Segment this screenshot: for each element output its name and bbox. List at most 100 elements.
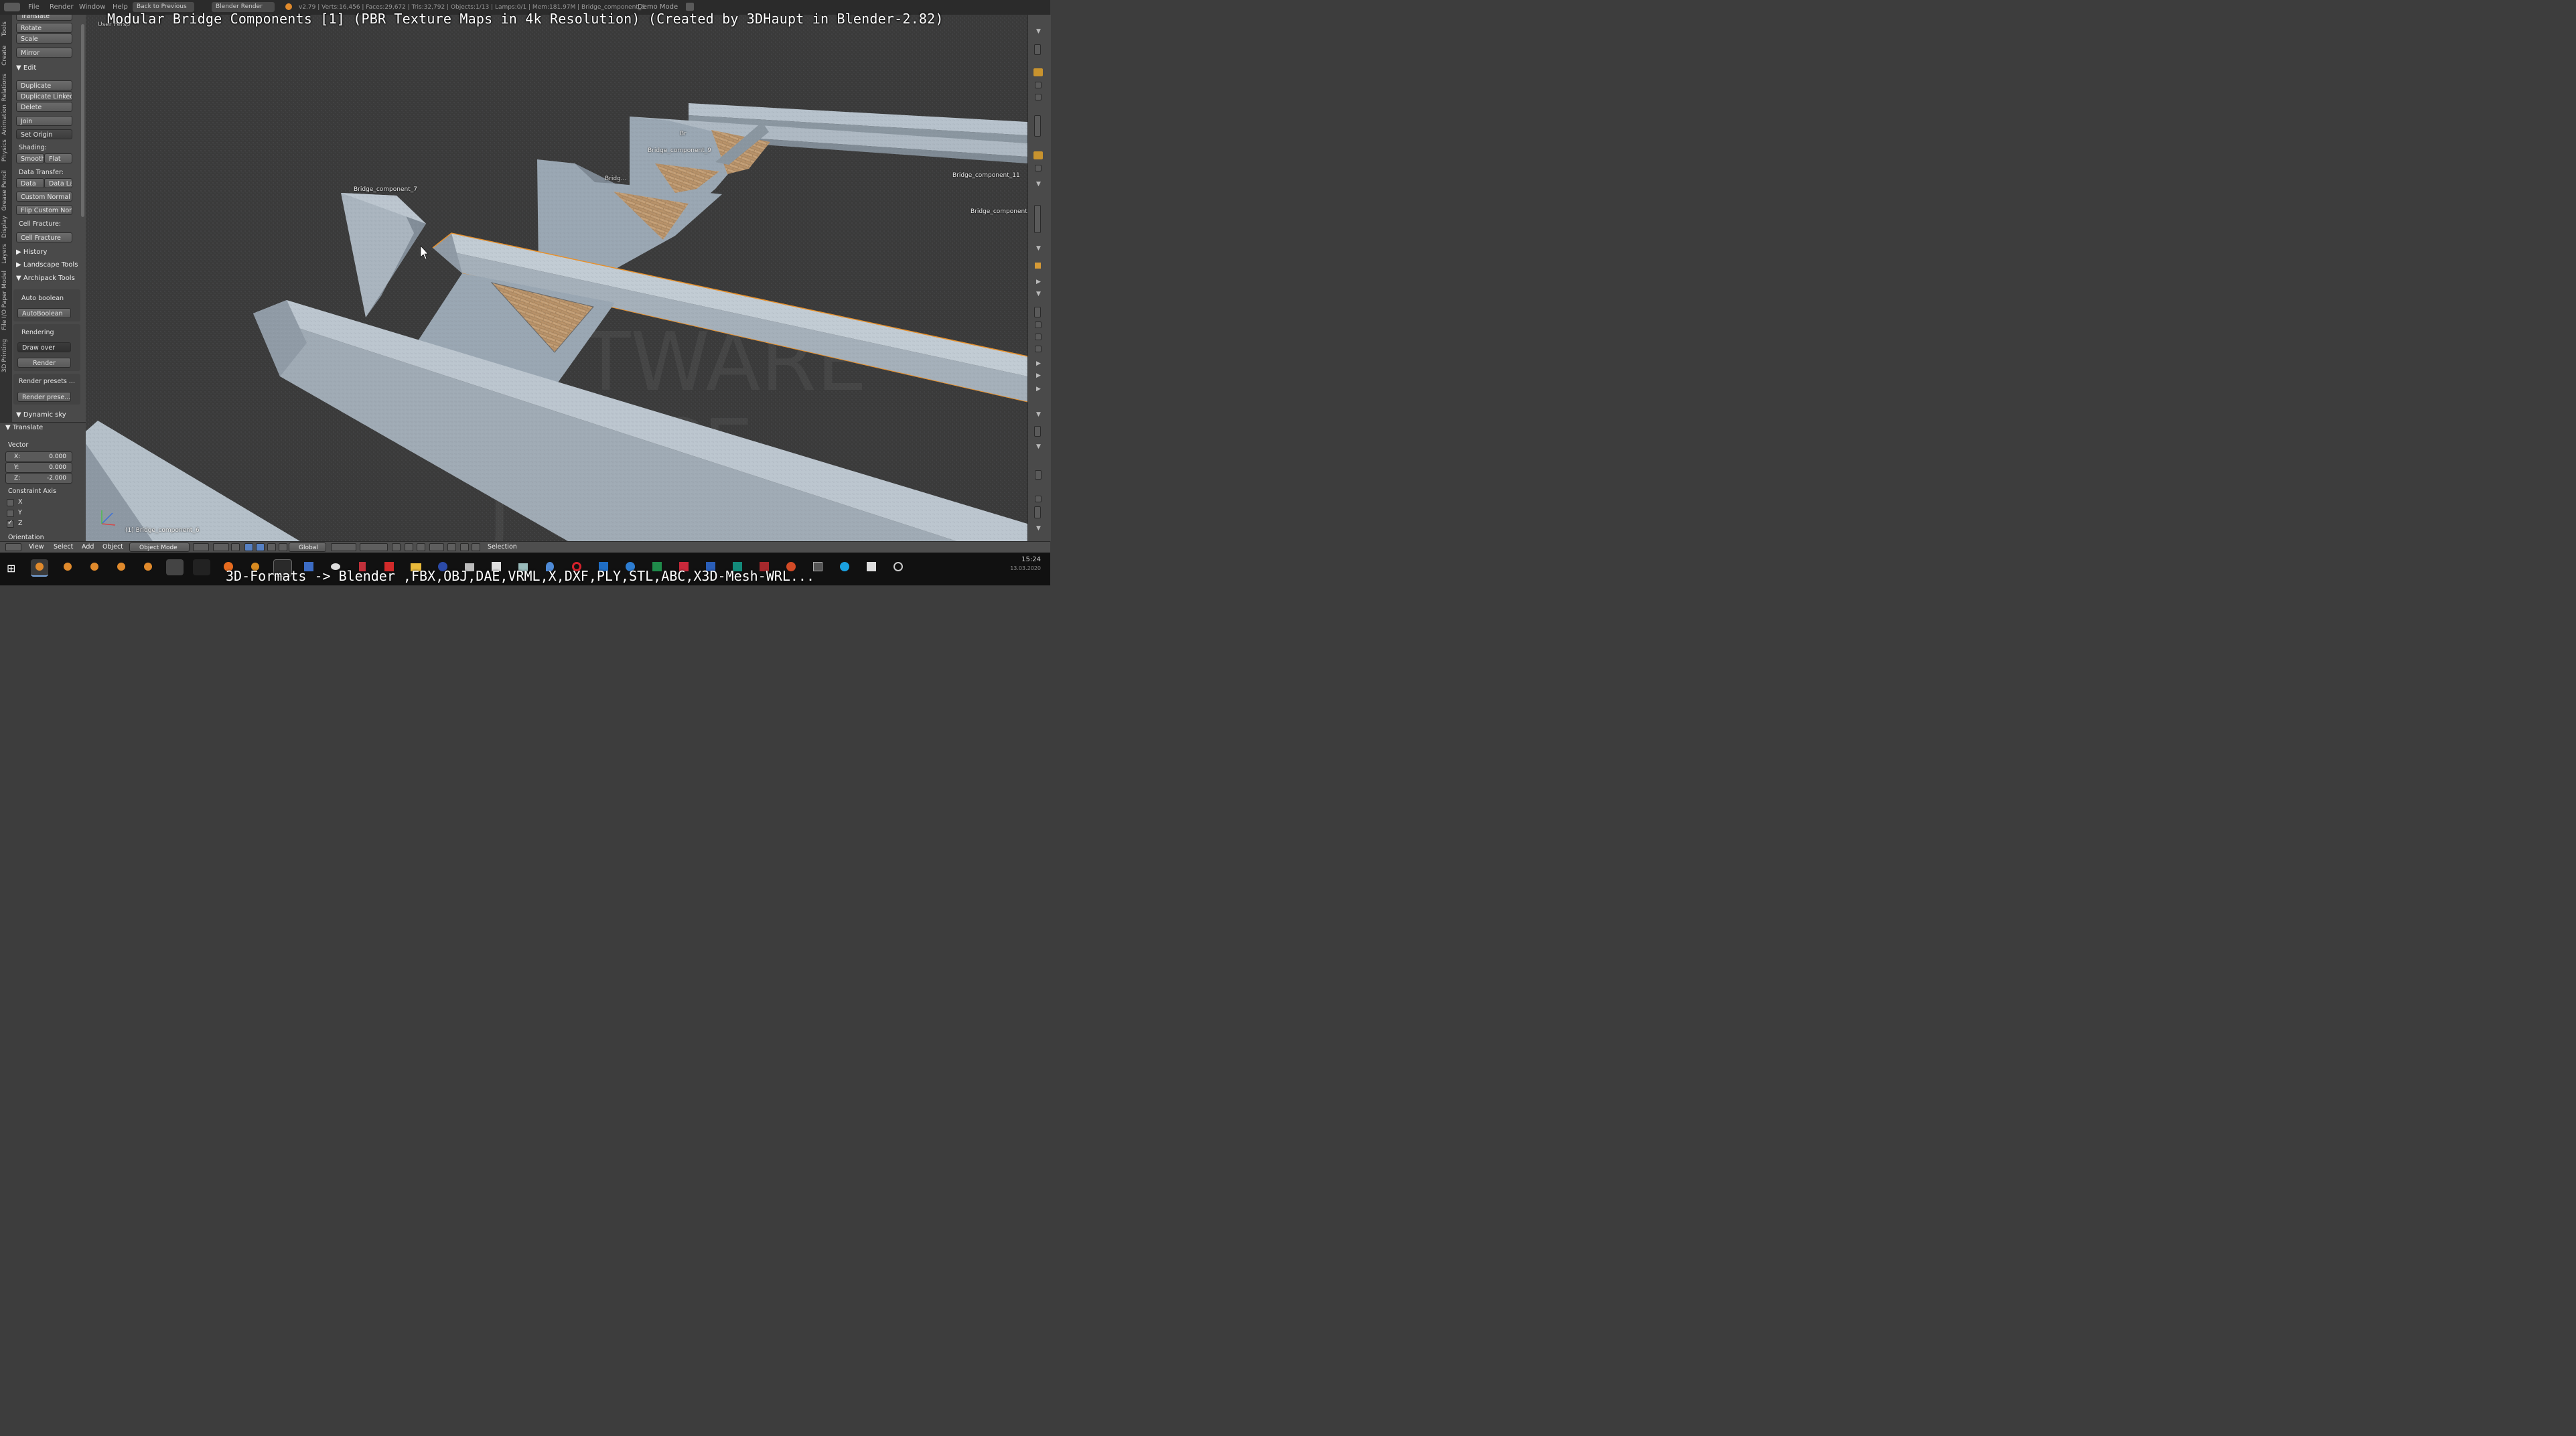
strip-toggle-5[interactable] [1035, 334, 1042, 340]
strip-toggle-6[interactable] [1035, 346, 1042, 352]
cube-icon[interactable] [1035, 263, 1041, 269]
delete-button[interactable]: Delete [16, 102, 72, 112]
hammer-icon-2[interactable] [1033, 151, 1043, 159]
draw-over-dropdown[interactable]: Draw over [17, 342, 71, 352]
taskbar-skype-icon[interactable] [836, 559, 853, 575]
rotate-manipulator[interactable] [256, 543, 265, 551]
strip-slider-5[interactable] [1034, 506, 1041, 518]
strip-field-1[interactable] [1034, 44, 1041, 55]
taskbar-blender-icon-3[interactable] [86, 559, 103, 575]
strip-toggle-8[interactable] [1035, 496, 1042, 502]
tab-create[interactable]: Create [1, 46, 8, 66]
taskbar-app-icon-13[interactable] [889, 559, 907, 575]
flat-button[interactable]: Flat [44, 153, 72, 163]
taskbar-app-icon-1[interactable] [166, 559, 184, 575]
tab-physics[interactable]: Physics [1, 139, 8, 161]
translate-manipulator[interactable] [244, 543, 253, 551]
autoboolean-button[interactable]: AutoBoolean [17, 308, 71, 318]
tab-file-io[interactable]: File I/O [1, 309, 8, 330]
vector-x-field[interactable]: X: 0.000 [5, 451, 72, 462]
render-preview-button[interactable] [447, 543, 456, 551]
render-presets-button[interactable]: Render prese... [17, 392, 71, 402]
play-icon[interactable] [686, 3, 694, 11]
constraint-z-checkbox[interactable] [7, 519, 14, 528]
tab-display[interactable]: Display [1, 216, 8, 238]
opengl-render-button[interactable] [460, 543, 469, 551]
data-layout-button[interactable]: Data La [44, 178, 72, 188]
menu-object[interactable]: Object [102, 543, 123, 551]
dynamic-sky-panel-header[interactable]: ▼ Dynamic sky [16, 411, 66, 419]
strip-slider-2[interactable] [1034, 205, 1041, 233]
scale-manipulator[interactable] [267, 543, 276, 551]
proportional-edit-toggle[interactable] [405, 543, 413, 551]
hammer-icon[interactable] [1033, 68, 1043, 76]
strip-slider-3[interactable] [1034, 307, 1041, 317]
rotate-button[interactable]: Rotate [16, 23, 72, 33]
3d-viewport[interactable]: TWARE RCE J O B [86, 15, 1027, 541]
windows-start-icon[interactable]: ⊞ [7, 562, 15, 575]
duplicate-button[interactable]: Duplicate [16, 80, 72, 90]
expand-arrow-icon-4[interactable]: ▶ [1036, 386, 1041, 392]
duplicate-linked-button[interactable]: Duplicate Linked [16, 91, 72, 101]
strip-toggle-1[interactable] [1035, 82, 1042, 88]
shading-select[interactable] [193, 543, 209, 551]
constraint-y-checkbox[interactable] [7, 510, 14, 517]
taskbar-app-icon-12[interactable] [863, 559, 880, 575]
system-clock[interactable]: 15:24 13.03.2020 [1010, 556, 1041, 571]
collapse-arrow-icon-5[interactable]: ▼ [1036, 411, 1041, 418]
tab-layers[interactable]: Layers [1, 244, 8, 264]
strip-toggle-4[interactable] [1035, 321, 1042, 328]
collapse-arrow-icon-6[interactable]: ▼ [1036, 443, 1041, 450]
expand-arrow-icon-2[interactable]: ▶ [1036, 360, 1041, 367]
strip-slider-1[interactable] [1034, 115, 1041, 137]
menu-help[interactable]: Help [113, 3, 128, 11]
history-panel-header[interactable]: ▶ History [16, 248, 47, 256]
lock-layers-toggle[interactable] [392, 543, 401, 551]
snap-toggle[interactable] [417, 543, 425, 551]
set-origin-dropdown[interactable]: Set Origin [16, 129, 72, 139]
mirror-button[interactable]: Mirror [16, 48, 72, 58]
opengl-anim-button[interactable] [472, 543, 480, 551]
tab-grease-pencil[interactable]: Grease Pencil [1, 170, 8, 211]
pivot-select[interactable] [213, 543, 229, 551]
editor-type-button[interactable] [5, 543, 21, 551]
cell-fracture-button[interactable]: Cell Fracture [16, 232, 72, 242]
smooth-button[interactable]: Smooth [16, 153, 44, 163]
scale-manipulator-2[interactable] [279, 543, 287, 551]
taskbar-blender-icon-2[interactable] [59, 559, 76, 575]
menu-add[interactable]: Add [82, 543, 94, 551]
strip-toggle-3[interactable] [1035, 165, 1042, 171]
vector-y-field[interactable]: Y: 0.000 [5, 462, 72, 473]
taskbar-blender-icon-active[interactable] [31, 559, 48, 577]
tab-paper-model[interactable]: Paper Model [1, 271, 8, 307]
render-button[interactable]: Render [17, 358, 71, 368]
tool-shelf-scrollbar[interactable] [81, 24, 84, 217]
menu-window[interactable]: Window [79, 3, 105, 11]
strip-toggle-2[interactable] [1035, 94, 1042, 100]
flip-custom-normals-button[interactable]: Flip Custom Nor... [16, 205, 72, 215]
operator-title[interactable]: ▼ Translate [5, 424, 43, 431]
taskbar-blender-icon-4[interactable] [113, 559, 130, 575]
tab-relations[interactable]: Relations [1, 74, 8, 101]
edit-panel-header[interactable]: ▼ Edit [16, 64, 36, 72]
strip-slider-4[interactable] [1034, 426, 1041, 437]
collapse-arrow-icon-7[interactable]: ▼ [1036, 525, 1041, 532]
collapse-arrow-icon-3[interactable]: ▼ [1036, 245, 1041, 252]
menu-view[interactable]: View [29, 543, 44, 551]
mode-select[interactable]: Object Mode [129, 543, 190, 552]
tab-tools[interactable]: Tools [1, 21, 8, 36]
collapse-arrow-icon[interactable]: ▼ [1036, 28, 1041, 35]
manipulator-toggle[interactable] [231, 543, 240, 551]
expand-arrow-icon[interactable]: ▶ [1036, 279, 1041, 285]
vector-z-field[interactable]: Z: -2.000 [5, 473, 72, 484]
collapse-arrow-icon-4[interactable]: ▼ [1036, 291, 1041, 297]
snap-element-select[interactable] [429, 543, 444, 551]
menu-render[interactable]: Render [50, 3, 74, 11]
data-button[interactable]: Data [16, 178, 44, 188]
landscape-tools-panel-header[interactable]: ▶ Landscape Tools [16, 261, 78, 269]
strip-toggle-7[interactable] [1035, 470, 1042, 480]
join-button[interactable]: Join [16, 116, 72, 126]
translate-button[interactable]: Translate [16, 15, 72, 21]
tab-3d-printing[interactable]: 3D Printing [1, 339, 8, 372]
tab-animation[interactable]: Animation [1, 104, 8, 135]
